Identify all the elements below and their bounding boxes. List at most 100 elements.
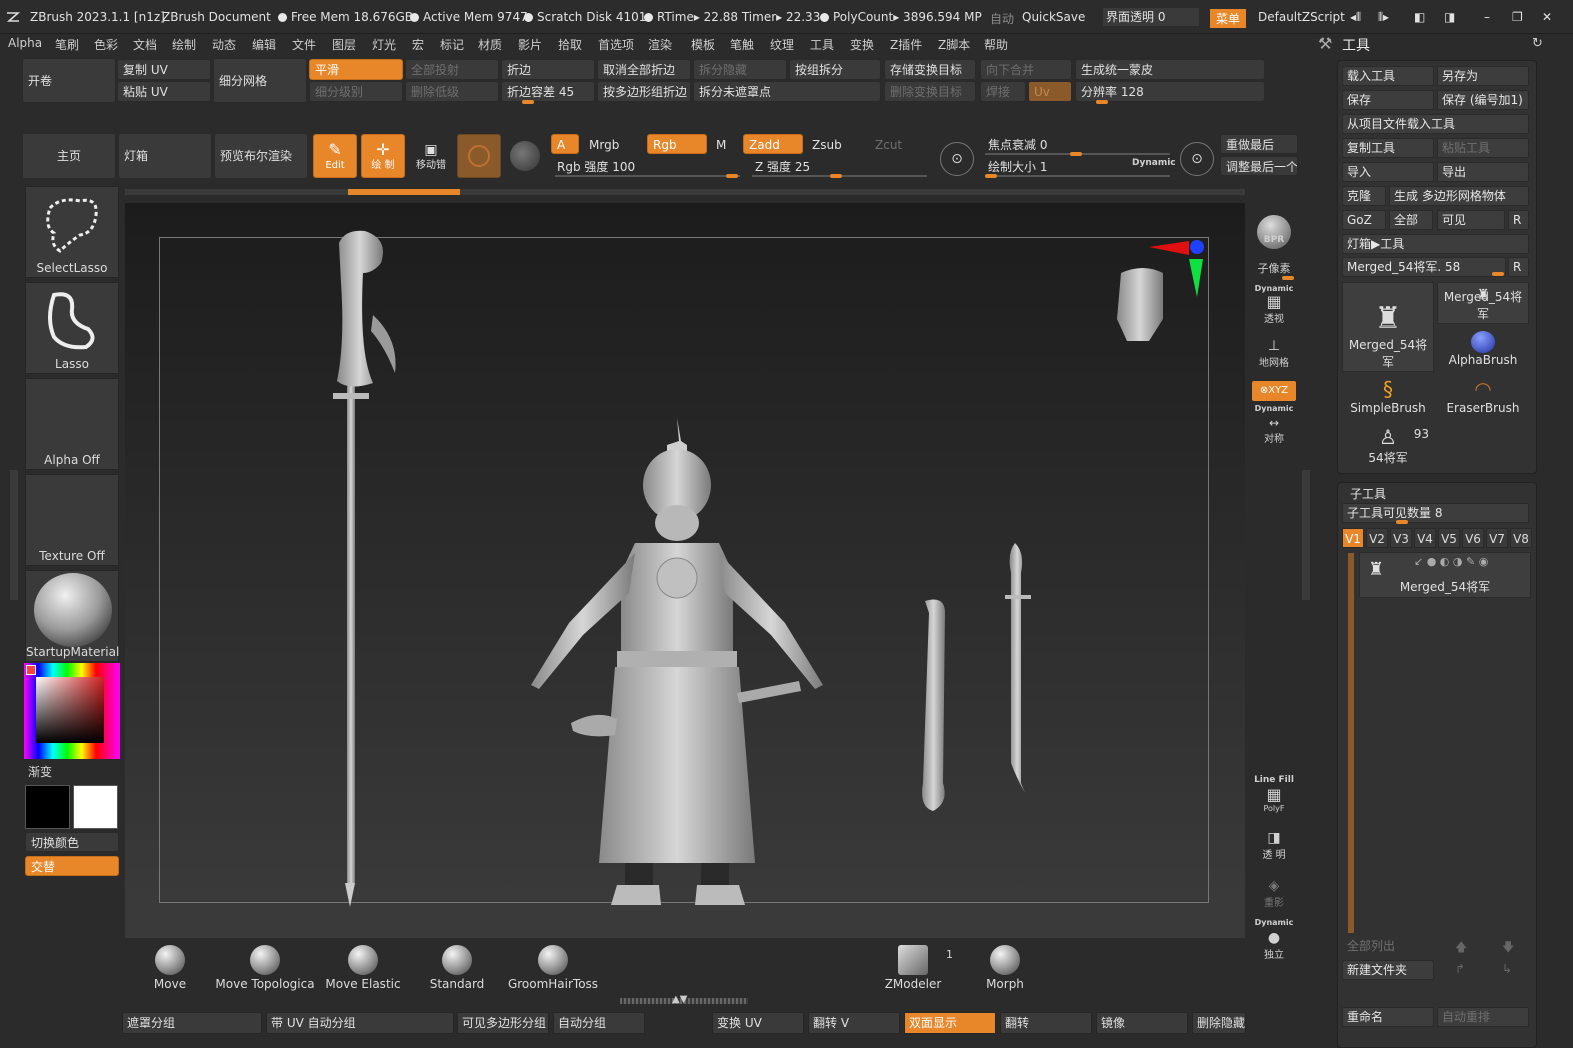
subtool-item[interactable]: ♜ ↙ ● ◐ ◑ ✎ ◉ Merged_54将军: [1359, 552, 1531, 598]
delete-morph-target-button[interactable]: 删除变换目标: [884, 81, 976, 102]
subtool-version-tab[interactable]: V3: [1390, 528, 1412, 548]
load-tool-button[interactable]: 载入工具: [1342, 66, 1434, 86]
menu-item[interactable]: 宏: [412, 36, 424, 53]
unified-skin-button[interactable]: 生成统一蒙皮: [1075, 59, 1265, 80]
export-button[interactable]: 导出: [1437, 162, 1529, 182]
lightbox-tab[interactable]: 灯箱: [118, 133, 212, 179]
subtool-version-tab[interactable]: V8: [1510, 528, 1532, 548]
brush-slot[interactable]: ZModeler: [878, 945, 948, 991]
menu-item[interactable]: 影片: [518, 36, 542, 53]
a-toggle[interactable]: A: [551, 134, 579, 154]
brush-slot[interactable]: Move Elastic: [318, 945, 408, 991]
menu-item[interactable]: 文件: [292, 36, 316, 53]
menu-item[interactable]: 材质: [478, 36, 502, 53]
bottom-shelf-button[interactable]: 删除隐藏: [1192, 1012, 1246, 1034]
make-polymesh-button[interactable]: 生成 多边形网格物体: [1389, 186, 1529, 206]
save-as-button[interactable]: 另存为: [1437, 66, 1529, 86]
symmetry-button[interactable]: ↔ 对称: [1252, 416, 1296, 445]
crease-button[interactable]: 折边: [501, 59, 595, 80]
brush-slot[interactable]: Move: [140, 945, 200, 991]
gradient-label[interactable]: 渐变: [28, 763, 52, 780]
texture-tile[interactable]: Texture Off: [25, 474, 119, 566]
subtool-toggle-icons[interactable]: ↙ ● ◐ ◑ ✎ ◉: [1414, 555, 1488, 568]
color-selector-icon[interactable]: [26, 665, 36, 675]
xyz-symmetry-toggle[interactable]: ⊗XYZ: [1252, 381, 1296, 401]
color-picker[interactable]: [24, 663, 120, 759]
z-intensity-slider[interactable]: Z 强度 25: [749, 156, 929, 176]
secondary-color-swatch[interactable]: [25, 785, 70, 829]
home-tab[interactable]: 主页: [22, 133, 116, 179]
menu-item[interactable]: Alpha: [8, 36, 42, 50]
crease-tolerance-knob[interactable]: [522, 100, 534, 104]
move-to-folder-icon[interactable]: ↱: [1455, 962, 1465, 976]
close-icon[interactable]: ✕: [1542, 10, 1552, 24]
copy-tool-button[interactable]: 复制工具: [1342, 138, 1434, 158]
menu-item[interactable]: 笔触: [730, 36, 754, 53]
transparency-button[interactable]: ◨ 透 明: [1252, 830, 1296, 861]
material-preview-button[interactable]: [457, 134, 501, 178]
menu-item[interactable]: 笔刷: [55, 36, 79, 53]
rgb-intensity-slider[interactable]: Rgb 强度 100: [551, 156, 741, 176]
main-color-swatch[interactable]: [73, 785, 118, 829]
tool-thumb-eraserbrush[interactable]: ◠ EraserBrush: [1437, 376, 1529, 420]
groups-split-button[interactable]: 按组拆分: [789, 59, 881, 80]
select-lasso-tile[interactable]: SelectLasso: [25, 186, 119, 278]
current-tool-knob[interactable]: [1492, 272, 1504, 276]
draw-size-knob[interactable]: [985, 174, 997, 178]
color-square[interactable]: [36, 677, 104, 743]
menu-item[interactable]: 首选项: [598, 36, 634, 53]
split-unmasked-button[interactable]: 拆分未遮罩点: [693, 81, 881, 102]
brush-slot[interactable]: Standard: [420, 945, 494, 991]
crease-tolerance-slider[interactable]: 折边容差 45: [501, 81, 595, 102]
alpha-tile[interactable]: Alpha Off: [25, 378, 119, 470]
menu-item[interactable]: 绘制: [172, 36, 196, 53]
load-from-project-button[interactable]: 从项目文件载入工具: [1342, 114, 1529, 134]
collapse-arrows-icon[interactable]: ▲▼: [672, 994, 687, 1005]
subtool-version-tab[interactable]: V1: [1342, 528, 1364, 548]
menu-item[interactable]: 渲染: [648, 36, 672, 53]
menu-item[interactable]: 色彩: [94, 36, 118, 53]
move-out-icon[interactable]: ↳: [1502, 962, 1512, 976]
bottom-shelf-button[interactable]: 遮罩分组: [122, 1012, 262, 1034]
panel-reset-icon[interactable]: ↻: [1532, 36, 1543, 51]
open-button[interactable]: 开卷: [22, 58, 116, 103]
clone-button[interactable]: 克隆: [1342, 186, 1386, 206]
default-zscript-button[interactable]: DefaultZScript: [1258, 10, 1345, 24]
brush-slot[interactable]: Move Topologica: [215, 945, 315, 991]
m-toggle[interactable]: M: [710, 134, 738, 154]
bottom-shelf-button[interactable]: 翻转 V: [808, 1012, 900, 1034]
menu-item[interactable]: 图层: [332, 36, 356, 53]
draw-button[interactable]: ✛ 绘 制: [361, 134, 405, 178]
rename-button[interactable]: 重命名: [1342, 1007, 1434, 1027]
menu-item[interactable]: 编辑: [252, 36, 276, 53]
subtool-version-tab[interactable]: V6: [1462, 528, 1484, 548]
subtool-visible-count-slider[interactable]: 子工具可见数量 8: [1342, 503, 1529, 523]
tool-thumb-merged-main[interactable]: ♜ Merged_54将军: [1342, 282, 1434, 372]
bottom-shelf-button[interactable]: 可见多边形分组: [457, 1012, 549, 1034]
save-increment-button[interactable]: 保存 (编号加1): [1437, 90, 1529, 110]
zadd-toggle[interactable]: Zadd: [743, 134, 803, 154]
zsub-toggle[interactable]: Zsub: [806, 134, 866, 154]
paste-uv-button[interactable]: 粘贴 UV: [117, 81, 211, 102]
bottom-shelf-button[interactable]: 变换 UV: [712, 1012, 804, 1034]
menu-toggle-button[interactable]: 菜单: [1210, 9, 1247, 28]
import-button[interactable]: 导入: [1342, 162, 1434, 182]
menu-item[interactable]: 模板: [691, 36, 715, 53]
bottom-shelf-button[interactable]: 镜像: [1096, 1012, 1188, 1034]
goz-r-button[interactable]: R: [1508, 210, 1529, 230]
tool-r-button[interactable]: R: [1508, 257, 1529, 277]
menu-item[interactable]: 标记: [440, 36, 464, 53]
edit-button[interactable]: ✎ Edit: [313, 134, 357, 178]
goz-button[interactable]: GoZ: [1342, 210, 1386, 230]
lightbox-tools-button[interactable]: 灯箱▶工具: [1342, 234, 1529, 254]
subpixel-slider[interactable]: 子像素: [1252, 260, 1296, 276]
bottom-shelf-button[interactable]: 自动分组: [553, 1012, 645, 1034]
redo-last-button[interactable]: 重做最后: [1220, 134, 1298, 154]
tool-thumb-merged-alt[interactable]: ♜ Merged_54将军: [1437, 282, 1529, 324]
z-intensity-knob[interactable]: [830, 174, 842, 178]
uv-button[interactable]: Uv: [1028, 81, 1072, 102]
minimize-icon[interactable]: –: [1484, 10, 1490, 24]
menu-item[interactable]: 工具: [810, 36, 834, 53]
bpr-preview-tab[interactable]: 预览布尔渲染: [214, 133, 308, 179]
weld-button[interactable]: 焊接: [980, 81, 1026, 102]
